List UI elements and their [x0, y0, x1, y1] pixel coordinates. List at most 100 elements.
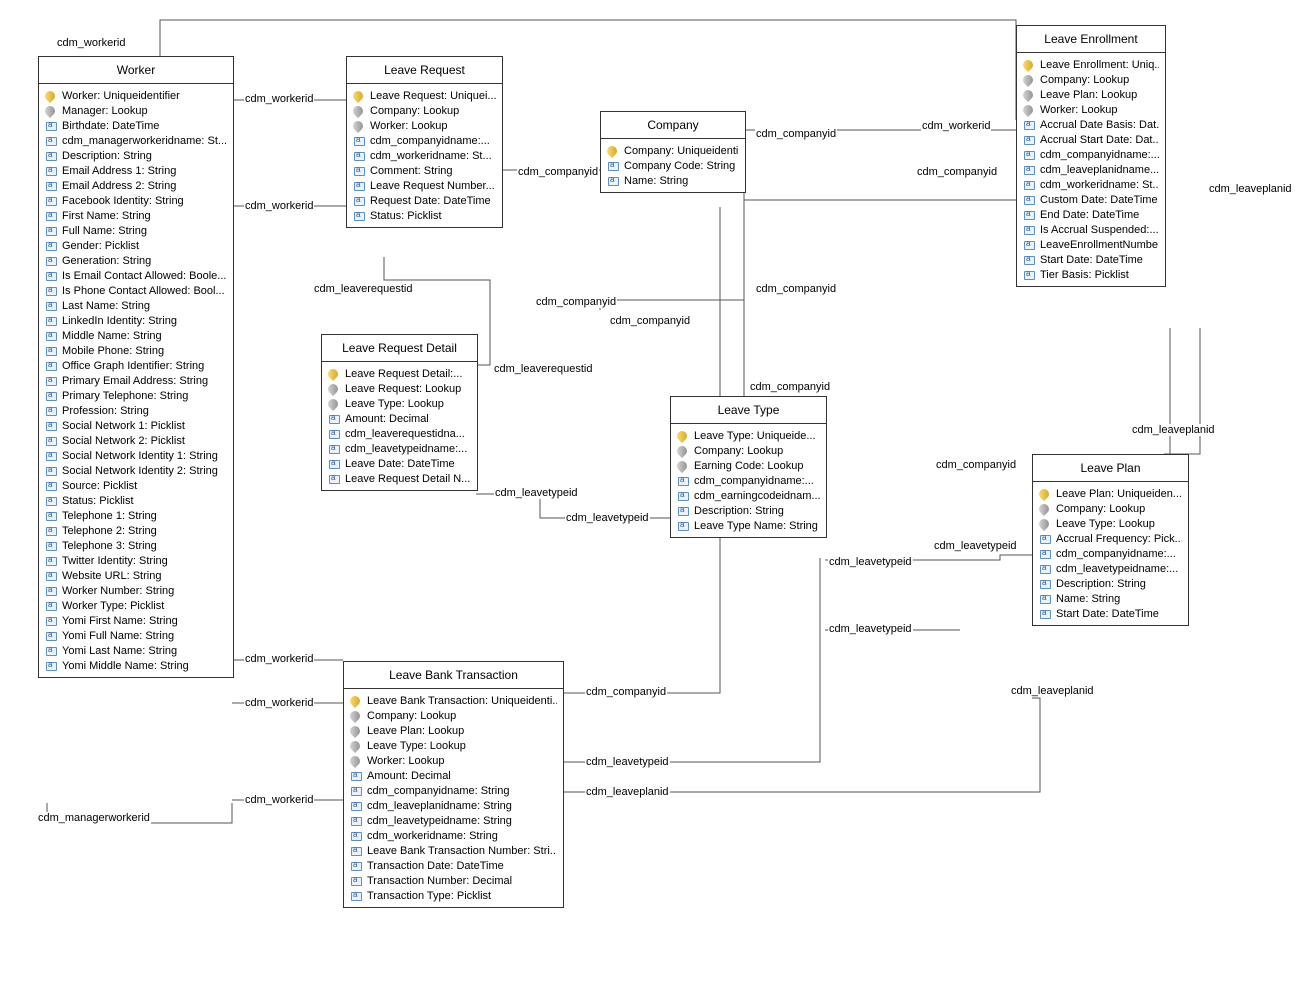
attribute-row[interactable]: Company: Lookup — [350, 708, 557, 723]
attribute-row[interactable]: Telephone 2: String — [45, 523, 227, 538]
attribute-row[interactable]: Leave Request Number... — [353, 178, 496, 193]
attribute-row[interactable]: Worker: Lookup — [350, 753, 557, 768]
attribute-row[interactable]: Company Code: String — [607, 158, 739, 173]
attribute-row[interactable]: Custom Date: DateTime — [1023, 192, 1159, 207]
attribute-row[interactable]: Last Name: String — [45, 298, 227, 313]
attribute-row[interactable]: Transaction Type: Picklist — [350, 888, 557, 903]
entity-leave-bank-transaction[interactable]: Leave Bank Transaction Leave Bank Transa… — [343, 661, 564, 908]
attribute-row[interactable]: Is Accrual Suspended:... — [1023, 222, 1159, 237]
attribute-row[interactable]: Leave Bank Transaction: Uniqueidenti... — [350, 693, 557, 708]
attribute-row[interactable]: Yomi Last Name: String — [45, 643, 227, 658]
attribute-row[interactable]: Social Network Identity 2: String — [45, 463, 227, 478]
attribute-row[interactable]: Leave Plan: Uniqueiden... — [1039, 486, 1182, 501]
attribute-row[interactable]: Leave Type: Lookup — [350, 738, 557, 753]
attribute-row[interactable]: Worker: Lookup — [1023, 102, 1159, 117]
attribute-row[interactable]: Mobile Phone: String — [45, 343, 227, 358]
attribute-row[interactable]: cdm_leavetypeidname: String — [350, 813, 557, 828]
entity-worker[interactable]: Worker Worker: UniqueidentifierManager: … — [38, 56, 234, 678]
attribute-row[interactable]: Description: String — [45, 148, 227, 163]
attribute-row[interactable]: Middle Name: String — [45, 328, 227, 343]
attribute-row[interactable]: Status: Picklist — [45, 493, 227, 508]
attribute-row[interactable]: Name: String — [1039, 591, 1182, 606]
attribute-row[interactable]: Start Date: DateTime — [1039, 606, 1182, 621]
attribute-row[interactable]: cdm_companyidname:... — [677, 473, 820, 488]
attribute-row[interactable]: Tier Basis: Picklist — [1023, 267, 1159, 282]
attribute-row[interactable]: Amount: Decimal — [350, 768, 557, 783]
attribute-row[interactable]: Transaction Date: DateTime — [350, 858, 557, 873]
attribute-row[interactable]: cdm_leavetypeidname:... — [1039, 561, 1182, 576]
attribute-row[interactable]: Worker: Lookup — [353, 118, 496, 133]
attribute-row[interactable]: Leave Type Name: String — [677, 518, 820, 533]
attribute-row[interactable]: cdm_workeridname: String — [350, 828, 557, 843]
attribute-row[interactable]: Leave Type: Lookup — [328, 396, 471, 411]
attribute-row[interactable]: Primary Telephone: String — [45, 388, 227, 403]
attribute-row[interactable]: Social Network 1: Picklist — [45, 418, 227, 433]
entity-leave-type[interactable]: Leave Type Leave Type: Uniqueide...Compa… — [670, 396, 827, 538]
attribute-row[interactable]: cdm_leaveplanidname... — [1023, 162, 1159, 177]
attribute-row[interactable]: Facebook Identity: String — [45, 193, 227, 208]
entity-company[interactable]: Company Company: Uniqueidenti...Company … — [600, 111, 746, 193]
attribute-row[interactable]: Website URL: String — [45, 568, 227, 583]
attribute-row[interactable]: cdm_leavetypeidname:... — [328, 441, 471, 456]
entity-leave-request-detail[interactable]: Leave Request Detail Leave Request Detai… — [321, 334, 478, 491]
attribute-row[interactable]: Telephone 3: String — [45, 538, 227, 553]
attribute-row[interactable]: cdm_companyidname:... — [1039, 546, 1182, 561]
attribute-row[interactable]: Is Phone Contact Allowed: Bool... — [45, 283, 227, 298]
attribute-row[interactable]: Worker: Uniqueidentifier — [45, 88, 227, 103]
attribute-row[interactable]: Generation: String — [45, 253, 227, 268]
attribute-row[interactable]: Full Name: String — [45, 223, 227, 238]
attribute-row[interactable]: End Date: DateTime — [1023, 207, 1159, 222]
attribute-row[interactable]: cdm_leaveplanidname: String — [350, 798, 557, 813]
attribute-row[interactable]: Description: String — [677, 503, 820, 518]
attribute-row[interactable]: Primary Email Address: String — [45, 373, 227, 388]
attribute-row[interactable]: LeaveEnrollmentNumbe... — [1023, 237, 1159, 252]
attribute-row[interactable]: Transaction Number: Decimal — [350, 873, 557, 888]
attribute-row[interactable]: Company: Lookup — [677, 443, 820, 458]
attribute-row[interactable]: cdm_companyidname:... — [353, 133, 496, 148]
attribute-row[interactable]: Source: Picklist — [45, 478, 227, 493]
attribute-row[interactable]: Office Graph Identifier: String — [45, 358, 227, 373]
attribute-row[interactable]: cdm_companyidname: String — [350, 783, 557, 798]
entity-leave-plan[interactable]: Leave Plan Leave Plan: Uniqueiden...Comp… — [1032, 454, 1189, 626]
attribute-row[interactable]: Leave Enrollment: Uniq... — [1023, 57, 1159, 72]
attribute-row[interactable]: Accrual Date Basis: Dat... — [1023, 117, 1159, 132]
attribute-row[interactable]: cdm_workeridname: St... — [1023, 177, 1159, 192]
attribute-row[interactable]: Worker Type: Picklist — [45, 598, 227, 613]
attribute-row[interactable]: Manager: Lookup — [45, 103, 227, 118]
attribute-row[interactable]: cdm_workeridname: St... — [353, 148, 496, 163]
attribute-row[interactable]: Start Date: DateTime — [1023, 252, 1159, 267]
attribute-row[interactable]: Leave Date: DateTime — [328, 456, 471, 471]
attribute-row[interactable]: Leave Bank Transaction Number: Stri... — [350, 843, 557, 858]
attribute-row[interactable]: Leave Request Detail:... — [328, 366, 471, 381]
attribute-row[interactable]: Leave Plan: Lookup — [350, 723, 557, 738]
attribute-row[interactable]: Status: Picklist — [353, 208, 496, 223]
attribute-row[interactable]: Leave Request: Uniquei... — [353, 88, 496, 103]
attribute-row[interactable]: First Name: String — [45, 208, 227, 223]
attribute-row[interactable]: Company: Uniqueidenti... — [607, 143, 739, 158]
attribute-row[interactable]: Birthdate: DateTime — [45, 118, 227, 133]
attribute-row[interactable]: Accrual Start Date: Dat... — [1023, 132, 1159, 147]
attribute-row[interactable]: Social Network 2: Picklist — [45, 433, 227, 448]
attribute-row[interactable]: Comment: String — [353, 163, 496, 178]
attribute-row[interactable]: cdm_leaverequestidna... — [328, 426, 471, 441]
attribute-row[interactable]: Leave Request Detail N... — [328, 471, 471, 486]
attribute-row[interactable]: Yomi Middle Name: String — [45, 658, 227, 673]
attribute-row[interactable]: cdm_companyidname:... — [1023, 147, 1159, 162]
attribute-row[interactable]: Earning Code: Lookup — [677, 458, 820, 473]
attribute-row[interactable]: Social Network Identity 1: String — [45, 448, 227, 463]
attribute-row[interactable]: LinkedIn Identity: String — [45, 313, 227, 328]
attribute-row[interactable]: cdm_earningcodeidnam... — [677, 488, 820, 503]
attribute-row[interactable]: Leave Plan: Lookup — [1023, 87, 1159, 102]
attribute-row[interactable]: Gender: Picklist — [45, 238, 227, 253]
attribute-row[interactable]: Leave Request: Lookup — [328, 381, 471, 396]
attribute-row[interactable]: cdm_managerworkeridname: St... — [45, 133, 227, 148]
attribute-row[interactable]: Accrual Frequency: Pick... — [1039, 531, 1182, 546]
attribute-row[interactable]: Email Address 1: String — [45, 163, 227, 178]
attribute-row[interactable]: Leave Type: Uniqueide... — [677, 428, 820, 443]
attribute-row[interactable]: Company: Lookup — [353, 103, 496, 118]
attribute-row[interactable]: Description: String — [1039, 576, 1182, 591]
entity-leave-enrollment[interactable]: Leave Enrollment Leave Enrollment: Uniq.… — [1016, 25, 1166, 287]
attribute-row[interactable]: Yomi First Name: String — [45, 613, 227, 628]
attribute-row[interactable]: Email Address 2: String — [45, 178, 227, 193]
entity-leave-request[interactable]: Leave Request Leave Request: Uniquei...C… — [346, 56, 503, 228]
